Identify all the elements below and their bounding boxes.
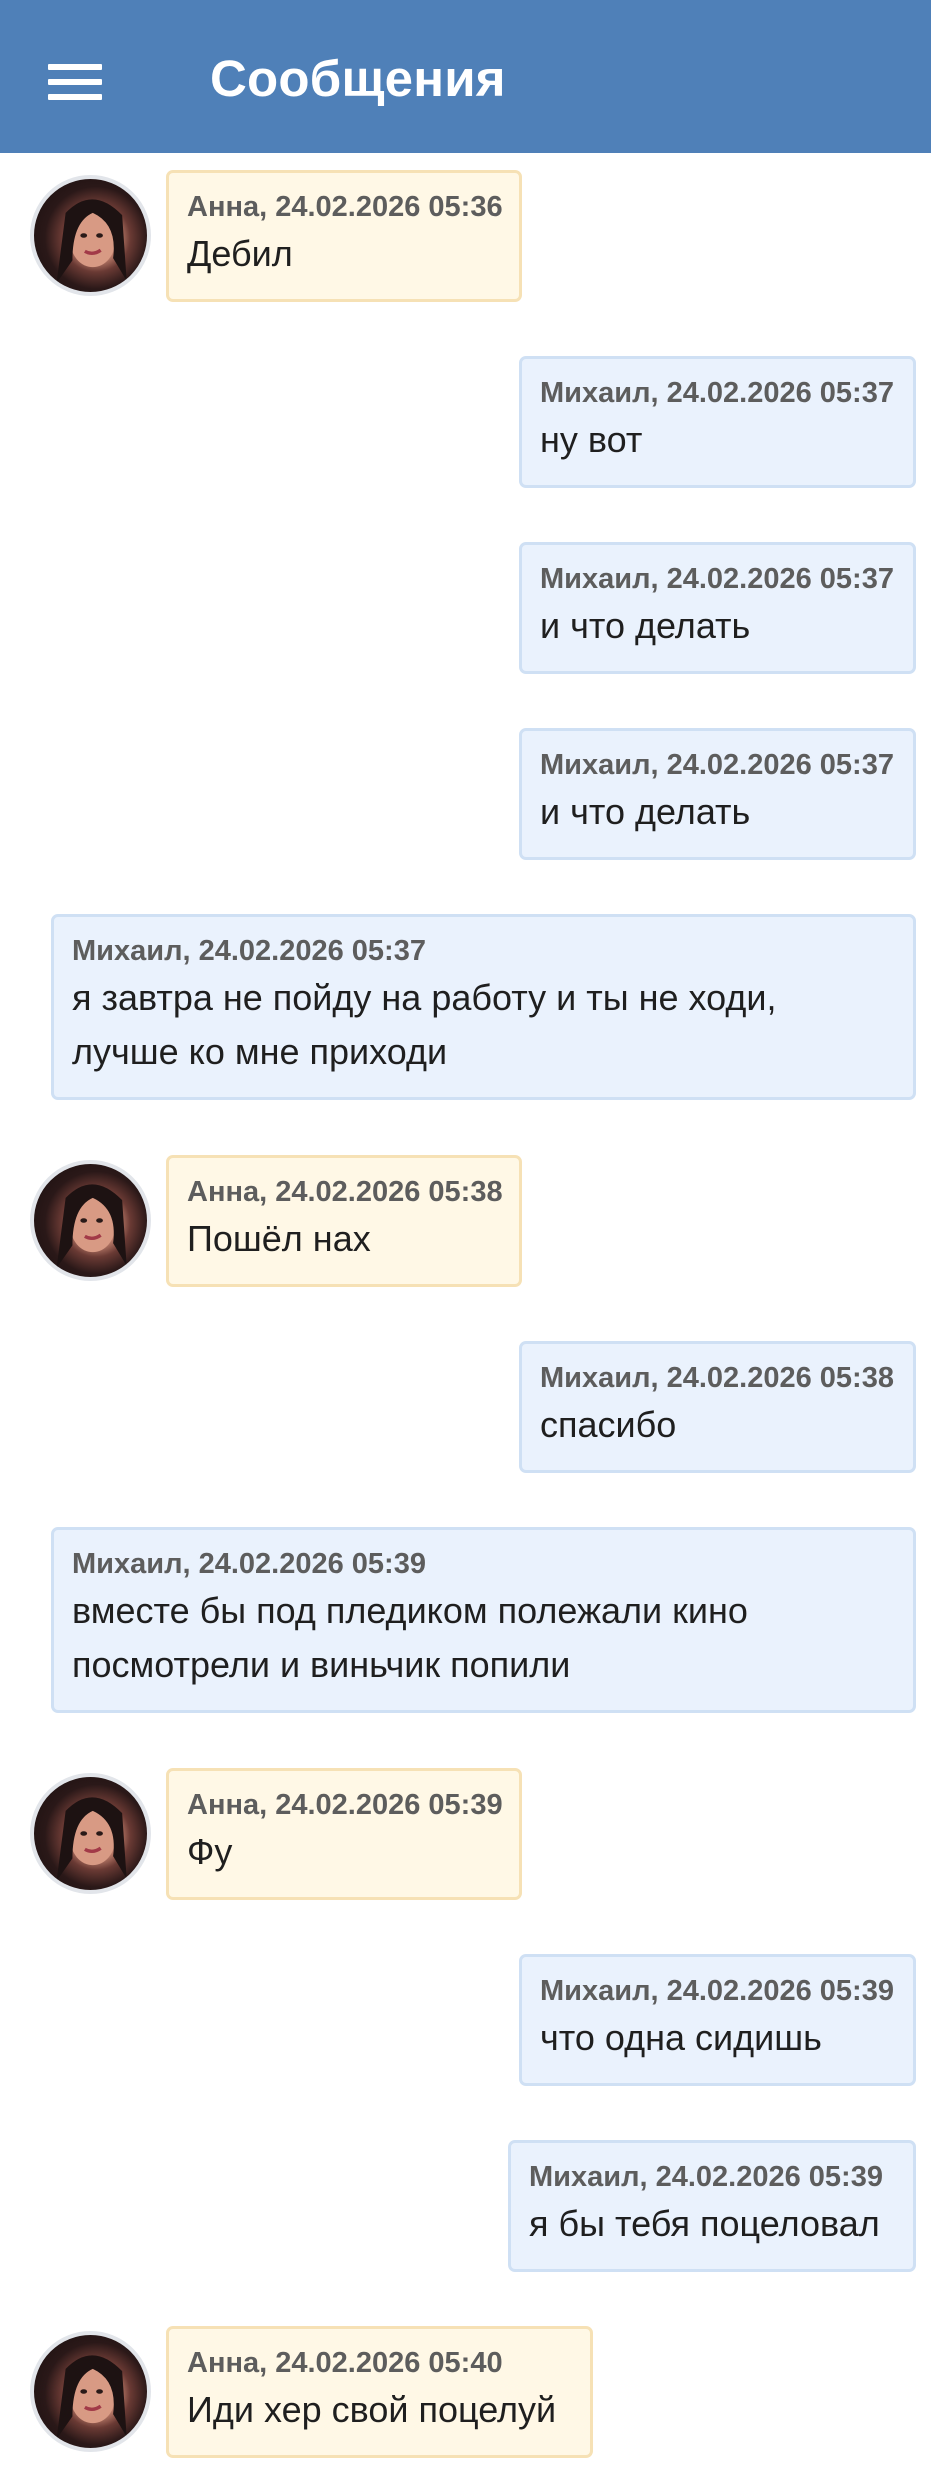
message-text: что одна сидишь xyxy=(540,2017,822,2058)
message-list: Анна, 24.02.2026 05:36 Дебил Михаил, 24.… xyxy=(0,153,931,2478)
avatar[interactable] xyxy=(30,2331,151,2452)
message-sender: Михаил, 24.02.2026 05:37 xyxy=(540,749,894,781)
message-bubble-outgoing: Михаил, 24.02.2026 05:37 и что делать xyxy=(519,728,916,860)
message-text: и что делать xyxy=(540,791,751,832)
message-sender: Анна, 24.02.2026 05:36 xyxy=(187,191,503,223)
message-bubble-outgoing: Михаил, 24.02.2026 05:37 и что делать xyxy=(519,542,916,674)
message-bubble-incoming: Анна, 24.02.2026 05:38 Пошёл нах xyxy=(166,1155,522,1287)
message-text: я завтра не пойду на работу и ты не ходи… xyxy=(72,977,777,1072)
message-sender: Михаил, 24.02.2026 05:39 xyxy=(540,1975,894,2007)
app-header: Сообщения xyxy=(0,0,931,153)
message-bubble-outgoing: Михаил, 24.02.2026 05:38 спасибо xyxy=(519,1341,916,1473)
message-text: Иди хер свой поцелуй xyxy=(187,2389,557,2430)
message-text: Пошёл нах xyxy=(187,1218,371,1259)
avatar[interactable] xyxy=(30,1773,151,1894)
hamburger-menu-icon[interactable] xyxy=(34,44,106,108)
menu-line xyxy=(48,94,102,100)
message-sender: Михаил, 24.02.2026 05:38 xyxy=(540,1362,894,1394)
message-bubble-incoming: Анна, 24.02.2026 05:40 Иди хер свой поце… xyxy=(166,2326,593,2458)
message-bubble-incoming: Анна, 24.02.2026 05:39 Фу xyxy=(166,1768,522,1900)
message-sender: Михаил, 24.02.2026 05:39 xyxy=(529,2161,883,2193)
message-bubble-outgoing: Михаил, 24.02.2026 05:37 ну вот xyxy=(519,356,916,488)
menu-line xyxy=(48,79,102,85)
message-sender: Анна, 24.02.2026 05:39 xyxy=(187,1789,503,1821)
message-text: вместе бы под пледиком полежали кино пос… xyxy=(72,1590,748,1685)
message-bubble-outgoing: Михаил, 24.02.2026 05:39 что одна сидишь xyxy=(519,1954,916,2086)
message-sender: Михаил, 24.02.2026 05:37 xyxy=(540,563,894,595)
message-bubble-outgoing: Михаил, 24.02.2026 05:37 я завтра не пой… xyxy=(51,914,916,1100)
message-text: Дебил xyxy=(187,233,293,274)
message-sender: Анна, 24.02.2026 05:40 xyxy=(187,2347,503,2379)
menu-line xyxy=(48,64,102,70)
message-sender: Михаил, 24.02.2026 05:39 xyxy=(72,1548,426,1580)
message-text: спасибо xyxy=(540,1404,677,1445)
message-sender: Анна, 24.02.2026 05:38 xyxy=(187,1176,503,1208)
message-bubble-outgoing: Михаил, 24.02.2026 05:39 вместе бы под п… xyxy=(51,1527,916,1713)
avatar[interactable] xyxy=(30,1160,151,1281)
message-text: я бы тебя поцеловал xyxy=(529,2203,880,2244)
message-bubble-incoming: Анна, 24.02.2026 05:36 Дебил xyxy=(166,170,522,302)
message-bubble-outgoing: Михаил, 24.02.2026 05:39 я бы тебя поцел… xyxy=(508,2140,916,2272)
avatar[interactable] xyxy=(30,175,151,296)
message-sender: Михаил, 24.02.2026 05:37 xyxy=(72,935,426,967)
message-sender: Михаил, 24.02.2026 05:37 xyxy=(540,377,894,409)
message-text: и что делать xyxy=(540,605,751,646)
message-text: Фу xyxy=(187,1831,233,1872)
message-text: ну вот xyxy=(540,419,643,460)
page-title: Сообщения xyxy=(210,50,506,107)
